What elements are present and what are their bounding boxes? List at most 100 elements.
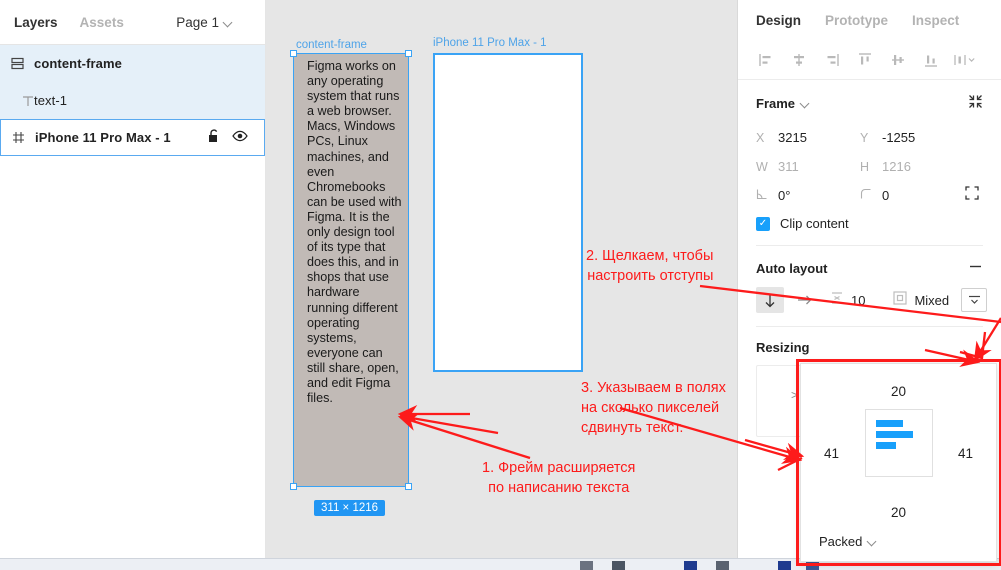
spacing-value: 10 (851, 292, 866, 308)
taskbar-icon[interactable] (684, 561, 697, 570)
padding-popup[interactable]: 20 41 41 20 Packed (800, 363, 997, 562)
page-selector[interactable]: Page 1 (176, 15, 251, 30)
frame-section-title: Frame (756, 95, 796, 111)
layer-row-content-frame[interactable]: content-frame (0, 45, 265, 82)
preview-bar (875, 420, 903, 427)
corner-radius-field[interactable]: 0 (860, 188, 964, 203)
align-top-icon[interactable] (851, 47, 879, 73)
collapse-arrows-icon[interactable] (968, 94, 983, 112)
iphone-frame-object[interactable] (433, 53, 583, 372)
padding-top-value[interactable]: 20 (891, 384, 906, 399)
taskbar-icon[interactable] (778, 561, 791, 570)
unlock-icon[interactable] (208, 129, 220, 146)
align-bottom-icon[interactable] (917, 47, 945, 73)
layer-row-actions (208, 129, 264, 146)
minus-icon[interactable] (968, 259, 983, 277)
resize-handle-bottom-left[interactable] (290, 483, 297, 490)
padding-value: Mixed (914, 292, 950, 308)
auto-layout-header: Auto layout (756, 259, 983, 277)
frame-rotation-radius-row: 0° 0 (756, 181, 983, 210)
padding-bottom-value[interactable]: 20 (891, 505, 906, 520)
frame-size-row: W 311 H 1216 (756, 152, 983, 181)
layer-row-iphone-11-pro-max-1[interactable]: iPhone 11 Pro Max - 1 (0, 119, 265, 156)
content-frame-object[interactable]: Figma works on any operating system that… (293, 53, 409, 487)
clip-content-label: Clip content (780, 216, 849, 231)
rotation-value: 0° (778, 188, 791, 203)
text-layer-icon (0, 95, 34, 107)
alignment-label: Packed (819, 534, 863, 549)
alignment-dropdown[interactable]: Packed (819, 534, 877, 549)
auto-layout-controls: 10 Mixed (756, 287, 987, 313)
independent-corners-icon[interactable] (965, 186, 983, 205)
design-panel: Design Prototype Inspect Frame X 3215 Y … (737, 0, 1001, 570)
h-value: 1216 (882, 159, 911, 174)
design-canvas[interactable]: content-frame Figma works on any operati… (266, 0, 737, 570)
width-field[interactable]: W 311 (756, 159, 860, 174)
align-right-icon[interactable] (818, 47, 846, 73)
left-panel-tabs: Layers Assets Page 1 (0, 0, 265, 45)
chevron-down-icon (224, 18, 233, 27)
align-left-icon[interactable] (752, 47, 780, 73)
taskbar-icon[interactable] (580, 561, 593, 570)
x-value: 3215 (778, 130, 807, 145)
rotation-icon (756, 188, 769, 203)
padding-right-value[interactable]: 41 (958, 446, 973, 461)
layer-label: text-1 (34, 93, 68, 108)
padding-icon (893, 290, 908, 310)
resize-handle-bottom-right[interactable] (405, 483, 412, 490)
iphone-frame-label[interactable]: iPhone 11 Pro Max - 1 (433, 37, 547, 49)
distribute-icon[interactable] (950, 47, 978, 73)
annotation-2: 2. Щелкаем, чтобы настроить отступы (586, 248, 714, 284)
resize-handle-top-right[interactable] (405, 50, 412, 57)
align-horizontal-center-icon[interactable] (785, 47, 813, 73)
rotation-field[interactable]: 0° (756, 188, 860, 203)
layer-label: content-frame (34, 56, 122, 71)
page-selector-label: Page 1 (176, 14, 219, 30)
tab-assets[interactable]: Assets (80, 15, 124, 30)
direction-horizontal-button[interactable] (790, 287, 818, 313)
chevron-down-icon[interactable] (801, 99, 810, 108)
preview-bar (875, 431, 913, 438)
auto-layout-title: Auto layout (756, 260, 828, 276)
alignment-toolbar (738, 40, 1001, 80)
height-field[interactable]: H 1216 (860, 159, 964, 174)
padding-left-value[interactable]: 41 (824, 446, 839, 461)
align-vertical-center-icon[interactable] (884, 47, 912, 73)
taskbar-icon[interactable] (716, 561, 729, 570)
direction-vertical-button[interactable] (756, 287, 784, 313)
auto-layout-section: Auto layout 10 Mixed (738, 246, 1001, 327)
padding-preview-box (864, 409, 933, 477)
clip-content-row[interactable]: ✓ Clip content (756, 216, 983, 231)
taskbar-icon[interactable] (806, 561, 819, 570)
x-label: X (756, 130, 765, 145)
frame-properties: X 3215 Y -1255 W 311 H 1216 0° 0 (756, 123, 983, 210)
taskbar-icon[interactable] (612, 561, 625, 570)
y-field[interactable]: Y -1255 (860, 130, 964, 145)
frame-section-header: Frame (756, 94, 983, 112)
w-label: W (756, 159, 768, 174)
clip-content-checkbox[interactable]: ✓ (756, 216, 770, 231)
design-panel-tabs: Design Prototype Inspect (738, 0, 1001, 40)
resizing-header: Resizing (756, 340, 983, 355)
preview-bar (875, 442, 896, 449)
resize-handle-top-left[interactable] (290, 50, 297, 57)
layer-row-text-1[interactable]: text-1 (0, 82, 265, 119)
corner-radius-value: 0 (882, 188, 890, 203)
y-label: Y (860, 130, 869, 145)
tab-design[interactable]: Design (756, 13, 801, 28)
padding-field[interactable]: Mixed (893, 290, 950, 310)
layers-panel: Layers Assets Page 1 content-frame text-… (0, 0, 266, 570)
frame-section: Frame X 3215 Y -1255 W 311 H 1216 0° 0 ✓… (738, 80, 1001, 246)
spacing-field[interactable]: 10 (830, 291, 865, 310)
content-frame-label[interactable]: content-frame (296, 39, 367, 51)
tab-layers[interactable]: Layers (14, 15, 58, 30)
layer-label: iPhone 11 Pro Max - 1 (35, 130, 171, 145)
padding-settings-icon[interactable] (961, 288, 987, 312)
tab-prototype[interactable]: Prototype (825, 13, 888, 28)
dimension-badge: 311 × 1216 (314, 500, 386, 516)
eye-icon[interactable] (232, 130, 248, 145)
y-value: -1255 (882, 130, 916, 145)
x-field[interactable]: X 3215 (756, 130, 860, 145)
resizing-title: Resizing (756, 340, 810, 355)
tab-inspect[interactable]: Inspect (912, 13, 959, 28)
